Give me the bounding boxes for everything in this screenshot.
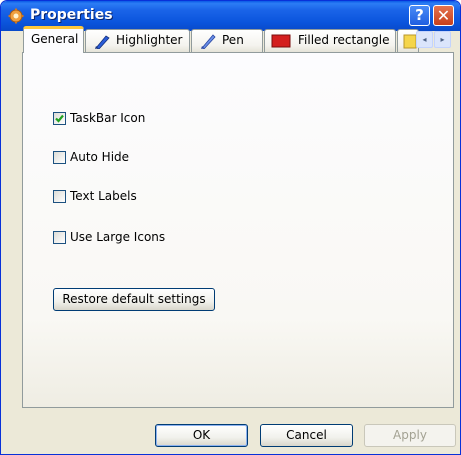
gear-icon (8, 8, 24, 24)
help-button[interactable]: ? (409, 5, 430, 26)
window-title: Properties (30, 7, 113, 23)
option-use-large-icons[interactable]: Use Large Icons (53, 230, 165, 244)
tab-scroll-buttons: ◂ ▸ (416, 31, 451, 48)
tab-highlighter[interactable]: Highlighter (85, 29, 190, 52)
ok-button[interactable]: OK (155, 424, 248, 447)
partial-tab-icon (403, 34, 417, 49)
tab-filled-rectangle[interactable]: Filled rectangle (264, 29, 396, 52)
auto-hide-checkbox[interactable] (53, 150, 66, 164)
text-labels-checkbox[interactable] (53, 189, 66, 203)
tab-label: Filled rectangle (298, 33, 390, 47)
tab-general[interactable]: General (23, 26, 84, 53)
tab-scroll-left-button[interactable]: ◂ (416, 31, 433, 48)
tab-label: Highlighter (116, 33, 183, 47)
tab-label: General (31, 32, 79, 46)
highlighter-icon (95, 35, 110, 49)
tab-label: Pen (222, 33, 244, 47)
option-label: Auto Hide (70, 150, 130, 164)
checkmark-icon (55, 114, 64, 123)
filled-rectangle-icon (271, 34, 291, 48)
option-label: TaskBar Icon (70, 111, 146, 125)
tab-scroll-right-button[interactable]: ▸ (434, 31, 451, 48)
properties-dialog: Properties ? ✕ General Highlighter Pen F… (0, 0, 461, 455)
option-taskbar-icon[interactable]: TaskBar Icon (53, 111, 145, 125)
option-auto-hide[interactable]: Auto Hide (53, 150, 129, 164)
pen-icon (201, 34, 216, 49)
tab-pen[interactable]: Pen (191, 29, 263, 52)
cancel-button[interactable]: Cancel (260, 424, 353, 447)
option-text-labels[interactable]: Text Labels (53, 189, 137, 203)
restore-default-settings-button[interactable]: Restore default settings (53, 288, 215, 311)
use-large-icons-checkbox[interactable] (53, 230, 66, 244)
general-tab-panel: TaskBar Icon Auto Hide Text Labels Use L… (22, 52, 454, 408)
option-label: Text Labels (70, 189, 137, 203)
taskbar-icon-checkbox[interactable] (53, 111, 66, 125)
option-label: Use Large Icons (70, 230, 166, 244)
close-button[interactable]: ✕ (433, 5, 454, 26)
apply-button[interactable]: Apply (364, 424, 456, 447)
